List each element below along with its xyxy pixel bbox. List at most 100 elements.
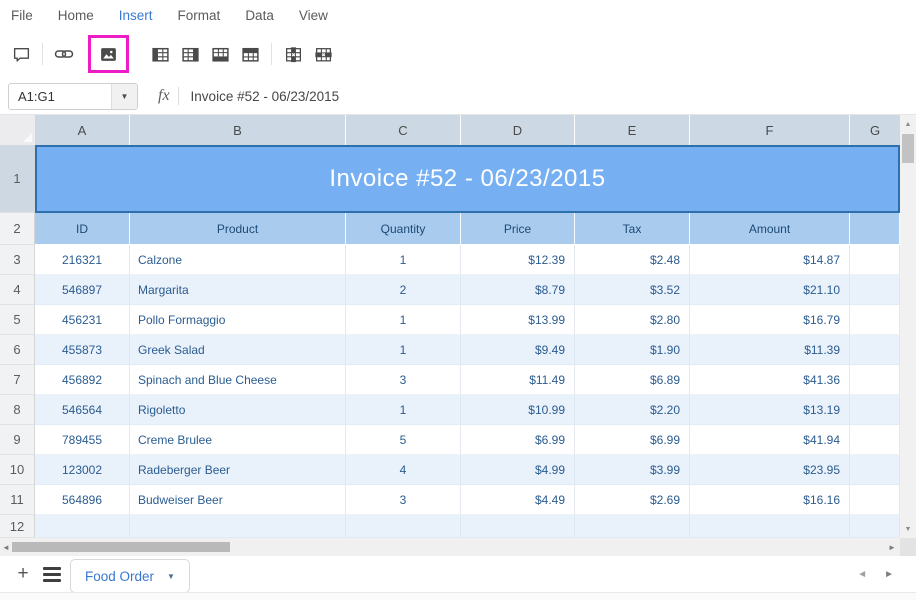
cell-quantity[interactable]: 1	[346, 245, 461, 275]
cell-id[interactable]: 455873	[35, 335, 130, 365]
cell-quantity[interactable]: 2	[346, 275, 461, 305]
name-box-value[interactable]: A1:G1	[9, 84, 111, 109]
header-cell-tax[interactable]: Tax	[575, 213, 690, 245]
header-cell-id[interactable]: ID	[35, 213, 130, 245]
cell-tax[interactable]: $2.69	[575, 485, 690, 515]
cell-quantity[interactable]: 3	[346, 485, 461, 515]
scroll-right-icon[interactable]: ►	[886, 538, 898, 556]
vertical-scrollbar[interactable]: ▲ ▼	[900, 115, 916, 538]
menu-item-data[interactable]: Data	[245, 8, 274, 23]
next-sheet-icon[interactable]: ►	[884, 569, 894, 580]
cell-product[interactable]: Calzone	[130, 245, 346, 275]
select-all-corner[interactable]	[0, 115, 35, 145]
cell-amount[interactable]: $41.94	[690, 425, 850, 455]
insert-column-right-button[interactable]	[175, 39, 205, 69]
cell-amount[interactable]: $16.16	[690, 485, 850, 515]
name-box[interactable]: A1:G1 ▼	[8, 83, 138, 110]
cell-id[interactable]: 456231	[35, 305, 130, 335]
header-cell-empty[interactable]	[850, 213, 900, 245]
row-header-8[interactable]: 8	[0, 395, 35, 425]
cell-quantity[interactable]: 1	[346, 395, 461, 425]
cell-product[interactable]: Creme Brulee	[130, 425, 346, 455]
row-header-10[interactable]: 10	[0, 455, 35, 485]
header-cell-amount[interactable]: Amount	[690, 213, 850, 245]
column-header-f[interactable]: F	[690, 115, 850, 145]
insert-column-left-button[interactable]	[145, 39, 175, 69]
cell-tax[interactable]: $2.48	[575, 245, 690, 275]
row-header-1[interactable]: 1	[0, 145, 35, 213]
cell-tax[interactable]: $2.20	[575, 395, 690, 425]
row-header-4[interactable]: 4	[0, 275, 35, 305]
row-header-12[interactable]: 12	[0, 515, 35, 538]
cell-price[interactable]: $10.99	[461, 395, 575, 425]
row-header-6[interactable]: 6	[0, 335, 35, 365]
menu-item-format[interactable]: Format	[178, 8, 221, 23]
horizontal-scrollbar[interactable]: ◄ ►	[0, 538, 900, 556]
insert-row-above-button[interactable]	[235, 39, 265, 69]
cell-quantity[interactable]: 1	[346, 335, 461, 365]
delete-row-button[interactable]	[308, 39, 338, 69]
cell-product[interactable]: Margarita	[130, 275, 346, 305]
cell-empty[interactable]	[850, 425, 900, 455]
menu-item-file[interactable]: File	[11, 8, 33, 23]
cell-empty[interactable]	[850, 245, 900, 275]
cell-id[interactable]: 789455	[35, 425, 130, 455]
add-sheet-button[interactable]: +	[13, 564, 33, 584]
cell-empty[interactable]	[850, 275, 900, 305]
cell-quantity[interactable]: 1	[346, 305, 461, 335]
cell-amount[interactable]: $13.19	[690, 395, 850, 425]
column-header-a[interactable]: A	[35, 115, 130, 145]
menu-item-home[interactable]: Home	[58, 8, 94, 23]
cell-amount[interactable]: $23.95	[690, 455, 850, 485]
header-cell-product[interactable]: Product	[130, 213, 346, 245]
cell-price[interactable]: $11.49	[461, 365, 575, 395]
cell-id[interactable]: 123002	[35, 455, 130, 485]
row-header-9[interactable]: 9	[0, 425, 35, 455]
invoice-title-cell[interactable]: Invoice #52 - 06/23/2015	[35, 145, 900, 213]
horizontal-scrollbar-thumb[interactable]	[12, 542, 230, 552]
cell-tax[interactable]: $6.99	[575, 425, 690, 455]
cell-product[interactable]: Radeberger Beer	[130, 455, 346, 485]
cell-tax[interactable]: $2.80	[575, 305, 690, 335]
menu-item-view[interactable]: View	[299, 8, 328, 23]
sheet-tab-caret-icon[interactable]: ▼	[167, 572, 175, 581]
cell-amount[interactable]: $16.79	[690, 305, 850, 335]
cell-tax[interactable]: $3.52	[575, 275, 690, 305]
cell-price[interactable]: $4.99	[461, 455, 575, 485]
cell-product[interactable]: Rigoletto	[130, 395, 346, 425]
cell-price[interactable]: $8.79	[461, 275, 575, 305]
comment-button[interactable]	[6, 39, 36, 69]
vertical-scrollbar-thumb[interactable]	[902, 134, 914, 163]
row-header-11[interactable]: 11	[0, 485, 35, 515]
cell-product[interactable]: Budweiser Beer	[130, 485, 346, 515]
cell-id[interactable]: 564896	[35, 485, 130, 515]
cell-empty[interactable]	[690, 515, 850, 538]
scroll-left-icon[interactable]: ◄	[0, 538, 12, 556]
scroll-up-icon[interactable]: ▲	[900, 117, 916, 131]
name-box-dropdown-button[interactable]: ▼	[111, 84, 137, 109]
cell-empty[interactable]	[35, 515, 130, 538]
cell-empty[interactable]	[850, 485, 900, 515]
insert-row-below-button[interactable]	[205, 39, 235, 69]
cell-product[interactable]: Spinach and Blue Cheese	[130, 365, 346, 395]
insert-image-button[interactable]	[94, 39, 124, 69]
cell-empty[interactable]	[575, 515, 690, 538]
cell-id[interactable]: 216321	[35, 245, 130, 275]
column-header-e[interactable]: E	[575, 115, 690, 145]
cell-empty[interactable]	[130, 515, 346, 538]
sheet-list-button[interactable]	[43, 567, 61, 582]
header-cell-price[interactable]: Price	[461, 213, 575, 245]
cell-empty[interactable]	[461, 515, 575, 538]
cell-empty[interactable]	[850, 305, 900, 335]
cell-quantity[interactable]: 3	[346, 365, 461, 395]
cell-price[interactable]: $12.39	[461, 245, 575, 275]
cell-amount[interactable]: $11.39	[690, 335, 850, 365]
column-header-b[interactable]: B	[130, 115, 346, 145]
formula-input[interactable]: Invoice #52 - 06/23/2015	[191, 89, 340, 104]
header-cell-quantity[interactable]: Quantity	[346, 213, 461, 245]
cell-empty[interactable]	[850, 335, 900, 365]
hyperlink-button[interactable]	[49, 39, 79, 69]
cell-tax[interactable]: $1.90	[575, 335, 690, 365]
cell-amount[interactable]: $14.87	[690, 245, 850, 275]
cell-id[interactable]: 546564	[35, 395, 130, 425]
